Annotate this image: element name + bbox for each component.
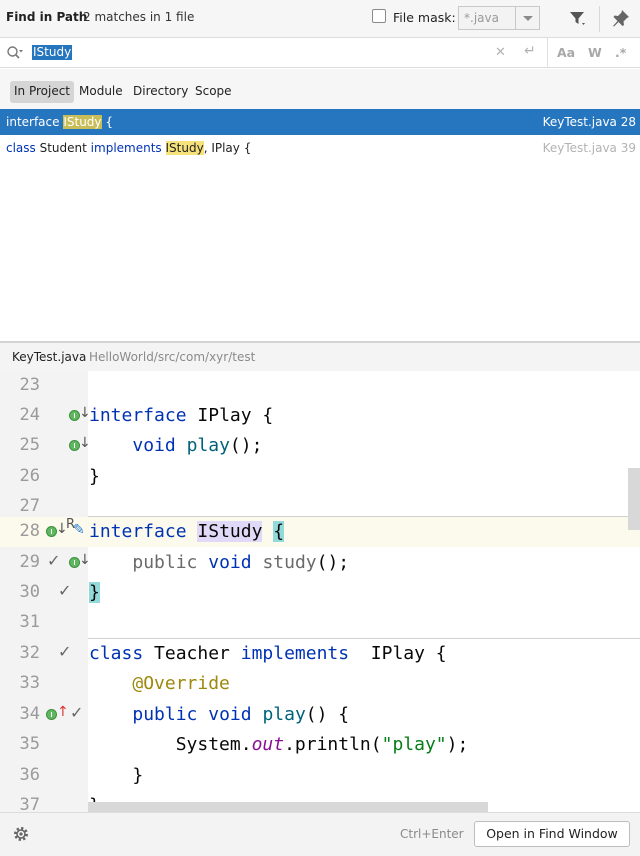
code-line: 35 System.out.println("play"); [0, 730, 640, 760]
line-number: 25 [19, 435, 40, 455]
search-bar: IStudy ✕ ↵ Aa W .* [0, 38, 640, 68]
words-toggle[interactable]: W [588, 45, 602, 60]
line-number: 29 [19, 552, 40, 572]
horizontal-scrollbar[interactable] [88, 802, 488, 812]
result-text: class Student implements IStudy, IPlay { [6, 141, 252, 155]
line-number: 36 [19, 765, 40, 785]
code-line: 26 } [0, 462, 640, 492]
preview-header: KeyTest.java HelloWorld/src/com/xyr/test [0, 341, 640, 371]
tab-directory[interactable]: Directory [129, 81, 192, 103]
checkmark-icon: ✓ [70, 703, 84, 722]
shortcut-hint: Ctrl+Enter [400, 827, 464, 841]
pencil-icon[interactable]: ✎ [73, 522, 85, 538]
filter-icon[interactable] [568, 9, 588, 29]
code-line: 23 [0, 371, 640, 401]
line-number: 35 [19, 734, 40, 754]
code-line-current: 28 ↓ R ✎ interface IStudy { [0, 517, 640, 548]
result-row[interactable]: class Student implements IStudy, IPlay {… [0, 135, 640, 161]
gear-icon[interactable] [12, 825, 30, 843]
checkmark-icon: ✓ [47, 551, 61, 570]
line-number: 27 [19, 496, 40, 516]
search-icon[interactable] [6, 45, 24, 61]
match-highlight: IStudy [63, 115, 102, 129]
arrow-up-icon[interactable]: ↑ [57, 704, 69, 720]
chevron-down-icon[interactable] [515, 7, 539, 29]
result-row[interactable]: interface IStudy { KeyTest.java 28 [0, 109, 640, 135]
checkmark-icon: ✓ [58, 642, 72, 661]
vertical-scrollbar[interactable] [628, 468, 640, 530]
line-number: 31 [19, 612, 40, 632]
line-number: 34 [19, 704, 40, 724]
file-mask-checkbox[interactable] [372, 9, 386, 23]
preview-file-path: HelloWorld/src/com/xyr/test [89, 350, 256, 364]
code-line: 32 ✓ class Teacher implements IPlay { [0, 639, 640, 669]
search-input[interactable]: IStudy [32, 45, 73, 60]
line-number: 33 [19, 673, 40, 693]
dialog-title: Find in Path [6, 10, 88, 24]
result-file: KeyTest.java 39 [542, 141, 636, 155]
open-in-find-window-button[interactable]: Open in Find Window [474, 821, 630, 847]
regex-toggle[interactable]: .* [615, 45, 626, 60]
code-line: 33 @Override [0, 669, 640, 699]
code-line: 24 ↓ interface IPlay { [0, 401, 640, 431]
match-count: 2 matches in 1 file [83, 10, 195, 24]
result-file: KeyTest.java 28 [542, 115, 636, 129]
scope-tabs: In Project Module Directory Scope [0, 69, 640, 109]
result-text: interface IStudy { [6, 115, 113, 129]
footer: Ctrl+Enter Open in Find Window [0, 812, 640, 856]
line-number: 28 [19, 521, 40, 541]
file-mask-dropdown[interactable]: *.java [458, 6, 540, 30]
code-preview[interactable]: 23 24 ↓ interface IPlay { 25 ↓ void play… [0, 371, 640, 812]
overrides-icon[interactable] [46, 709, 57, 720]
results-list: interface IStudy { KeyTest.java 28 class… [0, 109, 640, 341]
line-number: 26 [19, 466, 40, 486]
code-line: 34 ↑ ✓ public void play() { [0, 700, 640, 730]
find-header: Find in Path 2 matches in 1 file File ma… [0, 0, 640, 38]
checkmark-icon: ✓ [58, 581, 72, 600]
preview-file-name: KeyTest.java [12, 350, 87, 364]
tab-in-project[interactable]: In Project [10, 81, 75, 103]
code-line: 36 } [0, 761, 640, 791]
line-number: 23 [19, 375, 40, 395]
line-number: 32 [19, 643, 40, 663]
file-mask-value: *.java [464, 11, 499, 25]
pin-icon[interactable] [611, 8, 631, 28]
newline-icon[interactable]: ↵ [524, 43, 536, 59]
search-divider [547, 38, 548, 68]
code-line: 29 ✓ ↓ public void study(); [0, 548, 640, 578]
header-divider [599, 6, 600, 32]
match-highlight: IStudy [165, 141, 204, 155]
code-line: 25 ↓ void play(); [0, 431, 640, 461]
tab-scope[interactable]: Scope [191, 81, 236, 103]
close-icon[interactable]: ✕ [495, 45, 506, 60]
code-line: 31 [0, 608, 640, 638]
code-line: 30 ✓ } [0, 578, 640, 608]
file-mask-label[interactable]: File mask: [393, 10, 456, 25]
match-case-toggle[interactable]: Aa [557, 45, 575, 60]
tab-module[interactable]: Module [75, 81, 127, 103]
line-number: 24 [19, 405, 40, 425]
line-number: 30 [19, 582, 40, 602]
line-number: 37 [19, 795, 40, 812]
